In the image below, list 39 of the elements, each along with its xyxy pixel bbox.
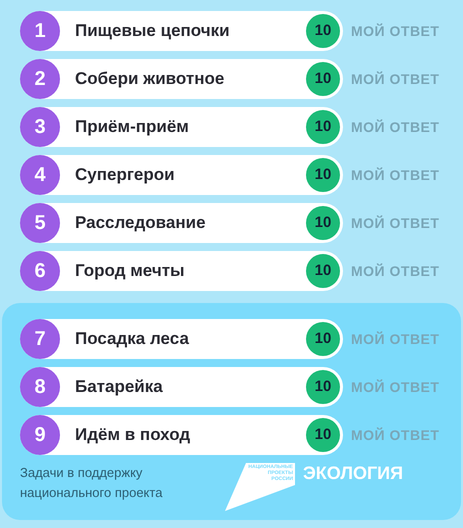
task-title[interactable]: Пищевые цепочки (75, 18, 306, 44)
score-badge: 10 (306, 110, 340, 144)
task-bar[interactable]: 2 Собери животное 10 (20, 59, 343, 99)
task-title[interactable]: Город мечты (75, 258, 306, 284)
task-bar[interactable]: 1 Пищевые цепочки 10 (20, 11, 343, 51)
task-bar[interactable]: 8 Батарейка 10 (20, 367, 343, 407)
logo-icon (225, 463, 295, 511)
task-title[interactable]: Посадка леса (75, 326, 306, 352)
task-bar[interactable]: 3 Приём-приём 10 (20, 107, 343, 147)
score-badge: 10 (306, 62, 340, 96)
task-number: 8 (20, 367, 60, 407)
score-badge: 10 (306, 322, 340, 356)
task-bar[interactable]: 4 Супергерои 10 (20, 155, 343, 195)
task-title[interactable]: Расследование (75, 210, 306, 236)
score-badge: 10 (306, 206, 340, 240)
task-bar[interactable]: 5 Расследование 10 (20, 203, 343, 243)
task-title[interactable]: Супергерои (75, 162, 306, 188)
task-bar[interactable]: 6 Город мечты 10 (20, 251, 343, 291)
score-badge: 10 (306, 254, 340, 288)
score-badge: 10 (306, 370, 340, 404)
footer-caption: Задачи в поддержку национального проекта (20, 464, 164, 502)
task-number: 6 (20, 251, 60, 291)
task-title[interactable]: Батарейка (75, 374, 306, 400)
task-title[interactable]: Собери животное (75, 66, 306, 92)
task-bar[interactable]: 9 Идём в поход 10 (20, 415, 343, 455)
task-title[interactable]: Приём-приём (75, 114, 306, 140)
task-number: 1 (20, 11, 60, 51)
score-badge: 10 (306, 418, 340, 452)
task-number: 9 (20, 415, 60, 455)
project-name: ЭКОЛОГИЯ (303, 463, 404, 483)
task-title[interactable]: Идём в поход (75, 422, 306, 448)
task-number: 5 (20, 203, 60, 243)
score-badge: 10 (306, 14, 340, 48)
task-number: 2 (20, 59, 60, 99)
task-number: 3 (20, 107, 60, 147)
score-badge: 10 (306, 158, 340, 192)
task-number: 7 (20, 319, 60, 359)
task-number: 4 (20, 155, 60, 195)
task-bar[interactable]: 7 Посадка леса 10 (20, 319, 343, 359)
